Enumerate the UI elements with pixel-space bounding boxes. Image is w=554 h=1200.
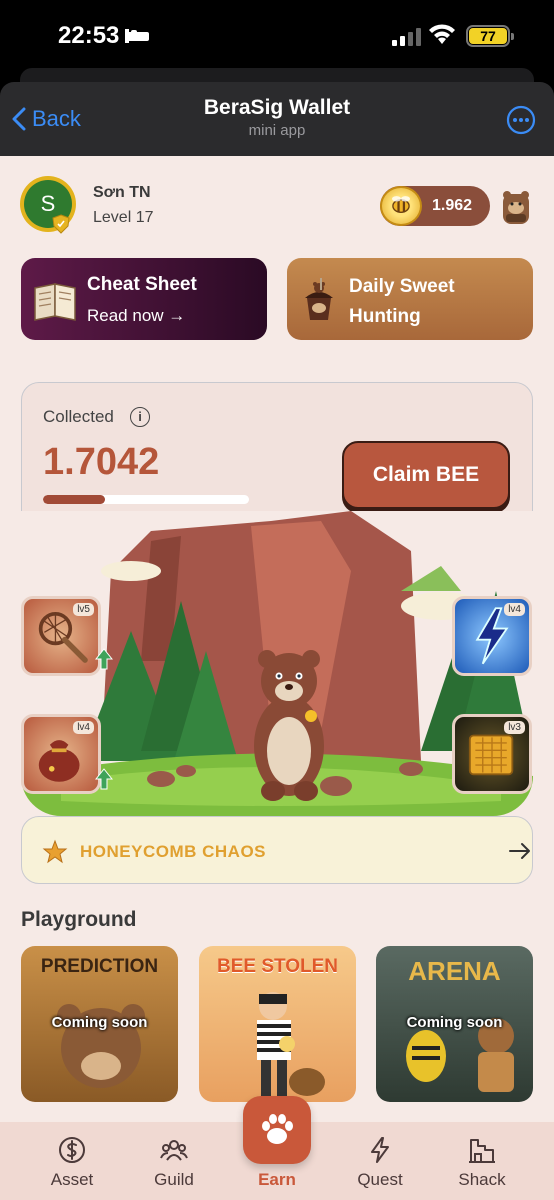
app-content: S Sơn TN Level 17 1.962 Cheat Sheet Read… [0, 156, 554, 1200]
shack-icon [469, 1139, 495, 1163]
info-icon[interactable]: i [130, 407, 150, 427]
tab-shack[interactable]: Shack [432, 1122, 532, 1200]
boost-level: lv3 [504, 721, 525, 734]
coming-soon-label: Coming soon [51, 1014, 148, 1031]
app-subtitle: mini app [248, 122, 306, 139]
more-options-icon[interactable] [506, 105, 536, 135]
honeycomb-chaos-banner[interactable]: HONEYCOMB CHAOS [21, 816, 533, 884]
status-time: 22:53 [58, 22, 120, 49]
playground-title: Playground [21, 908, 137, 931]
sleep-focus-icon [125, 29, 149, 43]
arena-fighters-icon [406, 1018, 514, 1092]
bee-balance[interactable]: 1.962 [380, 186, 490, 226]
collect-progress-bar [43, 495, 249, 504]
cake-icon [305, 278, 333, 320]
daily-sweet-hunting-title: Daily Sweet Hunting [349, 276, 455, 327]
lightning-icon [371, 1137, 389, 1163]
star-icon [42, 839, 68, 864]
battery-indicator: 77 [466, 25, 514, 47]
cheat-sheet-card[interactable]: Cheat Sheet Read now → [21, 258, 267, 340]
app-title: BeraSig Wallet [203, 96, 351, 119]
tab-quest-label: Quest [357, 1170, 403, 1189]
tab-earn-label: Earn [258, 1170, 296, 1189]
dollar-circle-icon [59, 1137, 85, 1163]
profile-level: Level 17 [93, 209, 154, 226]
boost-honeycomb-card[interactable]: lv3 [452, 714, 532, 794]
tab-guild[interactable]: Guild [124, 1122, 224, 1200]
bee-balance-value: 1.962 [432, 197, 473, 214]
tab-asset-label: Asset [50, 1170, 94, 1189]
arena-card[interactable]: ARENA Coming soon [376, 946, 533, 1102]
tab-asset[interactable]: Asset [22, 1122, 122, 1200]
boost-level: lv5 [73, 603, 94, 616]
backpack-icon[interactable] [498, 186, 534, 226]
boost-net-card[interactable]: lv5 [21, 596, 101, 676]
boost-lightning-card[interactable]: lv4 [452, 596, 532, 676]
tab-quest[interactable]: Quest [330, 1122, 430, 1200]
prediction-banner: PREDICTION [40, 956, 159, 977]
profile-name: Sơn TN [93, 184, 151, 201]
boost-level: lv4 [73, 721, 94, 734]
mini-app-header: Back BeraSig Wallet mini app [0, 82, 554, 156]
read-now-link[interactable]: Read now → [87, 306, 185, 326]
paw-icon [262, 1114, 293, 1144]
bee-stolen-banner: BEE STOLEN [216, 956, 339, 977]
tab-earn[interactable] [243, 1096, 311, 1164]
boost-level: lv4 [504, 603, 525, 616]
cheat-sheet-title: Cheat Sheet [87, 274, 197, 295]
cellular-signal-icon [392, 28, 421, 46]
prediction-card[interactable]: PREDICTION Coming soon [21, 946, 178, 1102]
boost-sack-card[interactable]: lv4 [21, 714, 101, 794]
book-icon [34, 283, 76, 321]
shield-badge-icon [52, 214, 70, 234]
arena-banner: ARENA [408, 956, 501, 986]
upgrade-arrow-icon[interactable] [95, 768, 113, 790]
arrow-right-icon [509, 843, 530, 859]
group-icon [160, 1140, 188, 1161]
tab-guild-label: Guild [154, 1170, 194, 1189]
collected-amount: 1.7042 [43, 441, 160, 483]
thief-icon [257, 992, 325, 1098]
bee-coin-icon [380, 186, 422, 226]
bee-stolen-card[interactable]: BEE STOLEN [199, 946, 356, 1102]
upgrade-arrow-icon[interactable] [95, 648, 113, 670]
tab-shack-label: Shack [458, 1170, 506, 1189]
daily-sweet-hunting-card[interactable]: Daily Sweet Hunting [287, 258, 533, 340]
status-bar: 22:53 77 [0, 0, 554, 72]
collected-label: Collected [43, 407, 114, 426]
wifi-icon [429, 24, 455, 44]
honeycomb-chaos-label: HONEYCOMB CHAOS [80, 842, 267, 861]
bear-thinking-icon [57, 1004, 145, 1088]
claim-bee-button[interactable]: Claim BEE [342, 441, 510, 509]
coming-soon-label: Coming soon [406, 1014, 503, 1031]
